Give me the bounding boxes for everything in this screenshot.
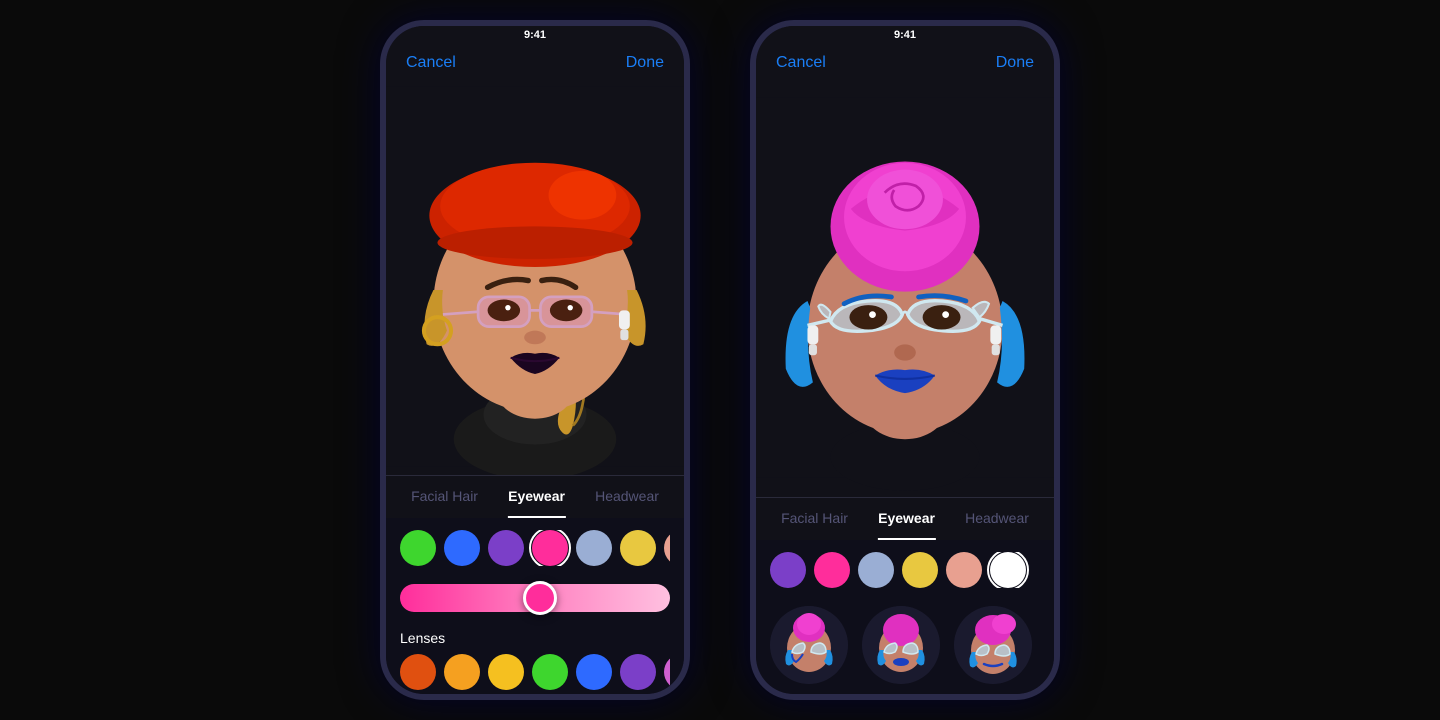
style-option-3[interactable] (954, 606, 1032, 684)
color-row-left (400, 530, 670, 566)
tab-eyewear-left[interactable]: Eyewear (500, 484, 573, 508)
status-time-right: 9:41 (894, 29, 916, 41)
left-phone: 9:41 Cancel Done (380, 20, 690, 700)
color-yellow[interactable] (620, 530, 656, 566)
avatar-area-right (756, 78, 1054, 497)
tab-facial-hair-right[interactable]: Facial Hair (773, 506, 856, 530)
lenses-label-left: Lenses (400, 630, 670, 646)
avatar-area-left (386, 78, 684, 475)
lenses-row-left (400, 654, 670, 690)
lens-color-magenta[interactable] (664, 654, 670, 690)
r-color-peach[interactable] (946, 552, 982, 588)
status-bar-right: 9:41 (756, 26, 1054, 44)
style-options-right (756, 596, 1054, 694)
r-color-lavender[interactable] (858, 552, 894, 588)
status-bar-left: 9:41 (386, 26, 684, 44)
style-option-1[interactable] (770, 606, 848, 684)
tab-headwear-right[interactable]: Headwear (957, 506, 1037, 530)
memoji-left (386, 78, 684, 475)
lens-color-purple[interactable] (620, 654, 656, 690)
color-pink-selected[interactable] (532, 530, 568, 566)
right-phone-screen: 9:41 Cancel Done (756, 26, 1054, 694)
memoji-right (756, 78, 1054, 497)
lenses-section-left: Lenses (386, 622, 684, 694)
top-bar-left: Cancel Done (386, 44, 684, 78)
r-color-white-selected[interactable] (990, 552, 1026, 588)
tab-bar-left: Facial Hair Eyewear Headwear (386, 475, 684, 518)
right-phone: 9:41 Cancel Done (750, 20, 1060, 700)
left-phone-screen: 9:41 Cancel Done (386, 26, 684, 694)
tab-headwear-left[interactable]: Headwear (587, 484, 667, 508)
r-color-yellow[interactable] (902, 552, 938, 588)
tab-facial-hair-left[interactable]: Facial Hair (403, 484, 486, 508)
lens-color-yellow[interactable] (488, 654, 524, 690)
tab-eyewear-right[interactable]: Eyewear (870, 506, 943, 530)
lens-color-orange[interactable] (444, 654, 480, 690)
slider-track-left[interactable] (400, 584, 670, 612)
lens-color-green[interactable] (532, 654, 568, 690)
style-option-2[interactable] (862, 606, 940, 684)
color-peach[interactable] (664, 530, 670, 566)
r-color-purple[interactable] (770, 552, 806, 588)
lens-color-orange-dark[interactable] (400, 654, 436, 690)
r-color-pink[interactable] (814, 552, 850, 588)
cancel-button-right[interactable]: Cancel (776, 54, 826, 72)
status-time-left: 9:41 (524, 29, 546, 41)
slider-thumb-left[interactable] (523, 581, 557, 615)
top-bar-right: Cancel Done (756, 44, 1054, 78)
color-row-right (770, 552, 1040, 588)
color-lavender[interactable] (576, 530, 612, 566)
color-section-left (386, 518, 684, 574)
done-button-right[interactable]: Done (996, 54, 1034, 72)
slider-area-left (386, 574, 684, 622)
cancel-button-left[interactable]: Cancel (406, 54, 456, 72)
tab-bar-right: Facial Hair Eyewear Headwear (756, 497, 1054, 540)
lens-color-blue[interactable] (576, 654, 612, 690)
color-section-right (756, 540, 1054, 596)
done-button-left[interactable]: Done (626, 54, 664, 72)
color-green[interactable] (400, 530, 436, 566)
color-purple[interactable] (488, 530, 524, 566)
color-blue[interactable] (444, 530, 480, 566)
